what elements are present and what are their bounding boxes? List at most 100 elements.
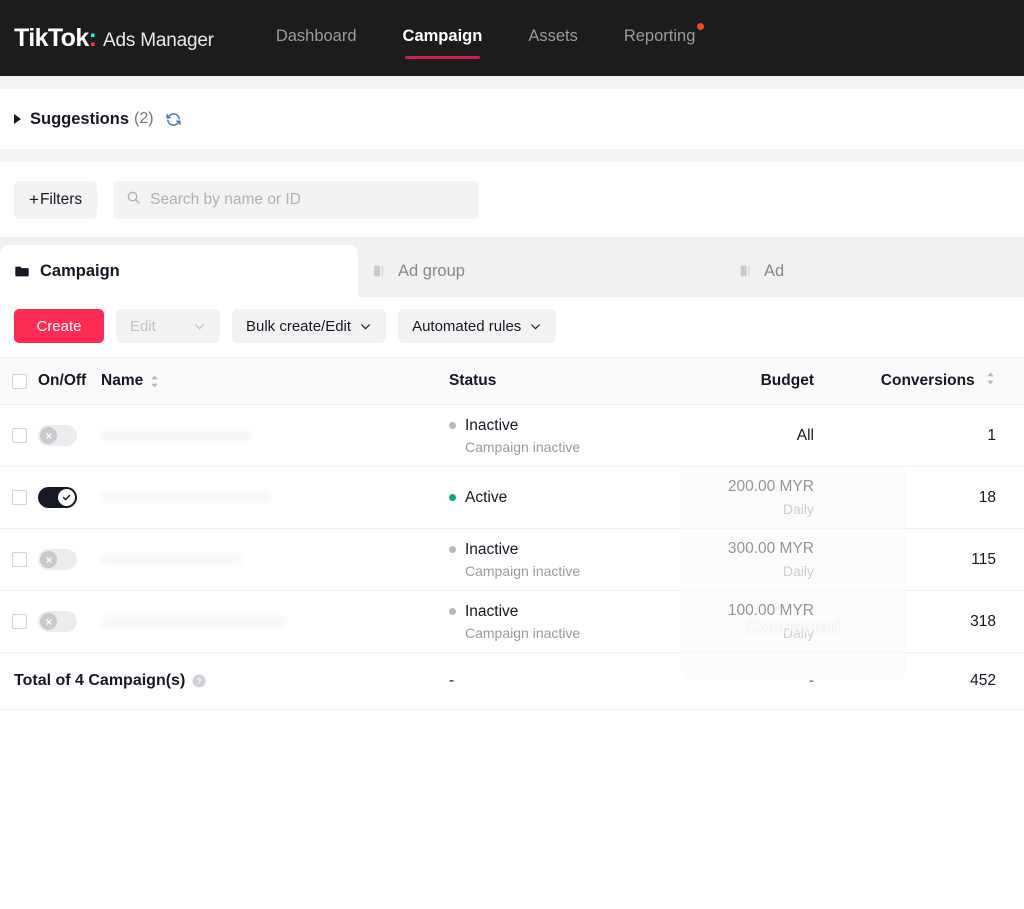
bulk-create-edit-button[interactable]: Bulk create/Edit [232,309,387,343]
row-name-cell[interactable] [101,554,439,565]
status-dot-icon [449,608,456,615]
row-budget-cell: 200.00 MYR Daily [619,478,844,517]
table-row[interactable]: Inactive Campaign inactive 100.00 MYR Da… [0,591,1024,653]
header-conversions[interactable]: Conversions [844,372,1024,390]
status-label: Inactive [465,602,519,620]
select-all-checkbox[interactable] [11,373,27,389]
row-onoff-cell [38,425,101,446]
nav-label: Dashboard [275,26,357,45]
nav-item-dashboard[interactable]: Dashboard [276,27,357,50]
row-checkbox[interactable] [11,428,27,443]
table-row[interactable]: Inactive Campaign inactive All 1 [0,405,1024,467]
table-row[interactable]: Active 200.00 MYR Daily 18 [0,467,1024,529]
status-sublabel: Campaign inactive [465,438,581,455]
status-value: Inactive [449,541,619,559]
adgroup-icon [372,263,388,279]
filter-bar: + Filters [0,162,1024,237]
filters-button[interactable]: + Filters [14,180,98,219]
total-label-cell: Total of 4 Campaign(s) ? [0,672,439,690]
toggle-knob [40,551,57,568]
nav-item-assets[interactable]: Assets [528,27,578,50]
row-status-cell: Inactive Campaign inactive [439,603,619,641]
total-status-cell: - [449,672,455,689]
budget-value: 300.00 MYR [727,540,814,558]
row-name-cell[interactable] [101,492,439,503]
search-input[interactable] [150,190,468,209]
tab-campaign[interactable]: Campaign [0,245,358,297]
suggestions-label: Suggestions [30,109,130,128]
row-checkbox[interactable] [11,552,27,567]
row-name-cell[interactable] [101,430,439,441]
header-budget-label: Budget [760,372,814,389]
campaign-name-redacted [101,492,271,503]
header-conversions-label: Conversions [880,372,975,389]
brand-logo[interactable]: TikTok : Ads Manager [14,24,214,53]
nav-item-reporting[interactable]: Reporting [624,22,705,50]
status-value: Active [449,489,619,507]
search-box[interactable] [114,180,480,219]
search-icon [126,190,141,210]
brand-colon-icon: : [88,23,97,52]
row-checkbox[interactable] [11,614,27,629]
ad-icon [738,263,754,279]
status-toggle[interactable] [38,611,77,632]
toggle-knob [58,489,75,506]
tab-label: Campaign [40,261,120,280]
chevron-down-icon [359,320,372,333]
header-onoff-label: On/Off [38,372,87,389]
budget-value: 200.00 MYR [727,478,814,496]
active-nav-underline [404,55,481,59]
automated-rules-button[interactable]: Automated rules [398,309,557,343]
budget-value: All [796,426,814,444]
nav-item-campaign[interactable]: Campaign [403,27,482,59]
create-button[interactable]: Create [14,309,104,343]
row-checkbox[interactable] [11,490,27,505]
status-value: Inactive [449,603,619,621]
suggestions-count: (2) [134,110,154,127]
status-toggle[interactable] [38,549,77,570]
tab-ad-group[interactable]: Ad group [358,245,724,297]
row-status-cell: Inactive Campaign inactive [439,541,619,579]
status-toggle[interactable] [38,487,77,508]
row-select-cell [0,552,38,567]
top-navigation-bar: TikTok : Ads Manager Dashboard Campaign … [0,0,1024,76]
status-dot-icon [449,494,456,501]
status-toggle[interactable] [38,425,77,446]
status-dot-icon [449,422,456,429]
row-conversions-cell: 18 [978,488,996,506]
edit-button-label: Edit [130,317,156,335]
chevron-down-icon [529,320,542,333]
table-row[interactable]: Inactive Campaign inactive 300.00 MYR Da… [0,529,1024,591]
nav-content-divider [0,76,1024,89]
bulk-button-label: Bulk create/Edit [246,317,352,335]
budget-value: 100.00 MYR [727,602,814,620]
sort-icon[interactable] [149,375,160,388]
action-toolbar: Create Edit Bulk create/Edit Automated r… [0,297,1024,357]
header-name[interactable]: Name [101,372,439,390]
row-budget-cell: 100.00 MYR Daily [619,602,844,641]
status-value: Inactive [449,417,619,435]
campaign-name-redacted [101,430,251,441]
edit-button: Edit [116,309,220,343]
chevron-down-icon [193,320,206,333]
refresh-icon[interactable] [165,111,182,128]
row-select-cell [0,490,38,505]
tab-ad[interactable]: Ad [724,245,784,297]
row-onoff-cell [38,487,101,508]
row-name-cell[interactable] [101,616,439,627]
tab-label: Ad [764,261,785,280]
sort-icon[interactable] [985,372,996,385]
status-sublabel: Campaign inactive [465,624,581,641]
suggestions-filter-divider [0,149,1024,162]
svg-text:?: ? [197,677,202,686]
help-circle-icon[interactable]: ? [192,674,206,688]
campaign-name-redacted [101,554,241,565]
table-header-row: On/Off Name Status Budget Conversions [0,357,1024,405]
header-status-label: Status [449,372,497,389]
total-label: Total of 4 Campaign(s) [14,672,186,689]
triangle-right-icon[interactable] [14,114,21,124]
row-status-cell: Inactive Campaign inactive [439,417,619,455]
status-sublabel: Campaign inactive [465,562,581,579]
suggestions-bar[interactable]: Suggestions (2) [0,89,1024,149]
row-conversions-cell: 1 [987,426,996,444]
